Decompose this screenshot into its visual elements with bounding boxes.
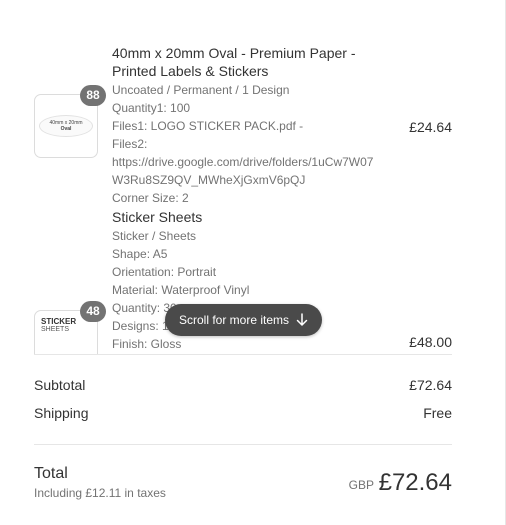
- arrow-down-icon: [296, 313, 308, 326]
- shipping-row: Shipping Free: [34, 405, 452, 421]
- quantity-badge: 88: [80, 85, 106, 106]
- item-title: Sticker Sheets: [112, 209, 203, 225]
- item-property: Orientation: Portrait: [112, 265, 217, 279]
- product-thumbnail: STICKER SHEETS 48: [34, 301, 106, 354]
- item-property: Quantity1: 100: [112, 101, 191, 115]
- item-title: 40mm x 20mm Oval - Premium Paper - Print…: [112, 45, 356, 79]
- scroll-hint-label: Scroll for more items: [179, 313, 290, 327]
- subtotal-row: Subtotal £72.64: [34, 377, 452, 393]
- taxes-note: Including £12.11 in taxes: [34, 486, 166, 500]
- item-property: Material: Waterproof Vinyl: [112, 283, 250, 297]
- item-price: £24.64: [409, 119, 452, 135]
- sticker-sheet-image: STICKER SHEETS: [41, 317, 77, 333]
- product-thumbnail: 40mm x 20mm Oval 88: [34, 85, 106, 158]
- quantity-badge: 48: [80, 301, 106, 322]
- currency-code: GBP: [348, 478, 374, 492]
- total-amount: £72.64: [378, 469, 452, 496]
- item-property: Shape: A5: [112, 247, 168, 261]
- shipping-label: Shipping: [34, 405, 89, 421]
- item-property: Corner Size: 2: [112, 191, 189, 205]
- subtotal-label: Subtotal: [34, 377, 86, 393]
- items-divider: [34, 354, 452, 355]
- shipping-value: Free: [423, 405, 452, 421]
- item-property: Finish: Gloss: [112, 337, 182, 351]
- scroll-for-more-button[interactable]: Scroll for more items: [165, 304, 322, 336]
- item-property: Sticker / Sheets: [112, 229, 197, 243]
- item-property: Files2:: [112, 137, 148, 151]
- item-price: £48.00: [409, 334, 452, 350]
- total-label: Total: [34, 465, 68, 482]
- item-property: Files1: LOGO STICKER PACK.pdf -: [112, 119, 304, 133]
- line-item: 40mm x 20mm Oval 88 40mm x 20mm Oval - P…: [34, 44, 452, 214]
- subtotal-value: £72.64: [409, 377, 452, 393]
- oval-sticker-image: 40mm x 20mm Oval: [39, 115, 93, 137]
- order-summary: 40mm x 20mm Oval 88 40mm x 20mm Oval - P…: [0, 0, 506, 525]
- totals-divider: [34, 444, 452, 445]
- item-property: Uncoated / Permanent / 1 Design: [112, 83, 290, 97]
- item-property-link: https://drive.google.com/drive/folders/1…: [112, 155, 374, 187]
- item-details: 40mm x 20mm Oval - Premium Paper - Print…: [112, 44, 382, 207]
